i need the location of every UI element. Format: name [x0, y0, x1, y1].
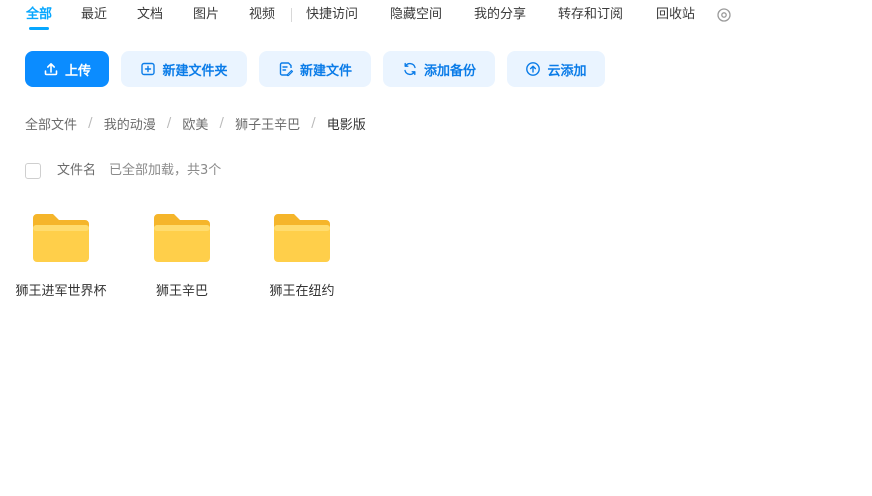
- new-file-label: 新建文件: [299, 63, 352, 79]
- tab-hidden-space[interactable]: 隐藏空间: [390, 5, 442, 25]
- new-folder-button[interactable]: 新建文件夹: [121, 51, 247, 87]
- active-tab-indicator: [29, 27, 49, 30]
- file-grid: 狮王进军世界杯 狮王辛巴 狮王在纽约: [0, 200, 872, 340]
- cloud-add-label: 云添加: [547, 63, 587, 79]
- category-tabs: 全部 最近 文档 图片 视频 快捷访问 隐藏空间 我的分享 转存和订阅 回收站: [0, 0, 872, 36]
- folder-item[interactable]: 狮王进军世界杯: [1, 200, 121, 330]
- folder-item[interactable]: 狮王辛巴: [122, 200, 242, 330]
- breadcrumb-all-files[interactable]: 全部文件: [25, 114, 77, 133]
- folder-name: 狮王辛巴: [155, 284, 208, 299]
- tab-videos[interactable]: 视频: [249, 5, 275, 25]
- load-status-text: 已全部加载，共3个: [109, 163, 222, 178]
- folder-name: 狮王进军世界杯: [15, 284, 107, 299]
- tab-images[interactable]: 图片: [193, 5, 219, 25]
- file-edit-icon: [279, 62, 294, 77]
- upload-label: 上传: [64, 63, 91, 79]
- sync-icon: [404, 62, 416, 76]
- action-toolbar: 上传 新建文件夹 新建文件 添加备份 云添加: [0, 51, 872, 87]
- cloud-upload-icon: [526, 62, 541, 76]
- add-backup-button[interactable]: 添加备份: [383, 51, 495, 87]
- folder-name: 狮王在纽约: [269, 284, 335, 299]
- tab-transfer-subscribe[interactable]: 转存和订阅: [558, 5, 623, 25]
- breadcrumb-movie-version: 电影版: [326, 118, 366, 133]
- folder-item[interactable]: 狮王在纽约: [242, 200, 362, 330]
- tab-recent[interactable]: 最近: [81, 5, 107, 25]
- breadcrumb-lion-king-simba[interactable]: 狮子王辛巴: [235, 114, 300, 133]
- column-file-name[interactable]: 文件名: [57, 162, 96, 180]
- breadcrumb-my-anime[interactable]: 我的动漫: [104, 114, 156, 133]
- tab-recycle-bin[interactable]: 回收站: [656, 5, 695, 25]
- new-folder-label: 新建文件夹: [162, 63, 228, 79]
- upload-button[interactable]: 上传: [25, 51, 109, 87]
- folder-icon: [274, 214, 330, 262]
- breadcrumb-separator: /: [219, 116, 224, 131]
- cloud-add-button[interactable]: 云添加: [507, 51, 605, 87]
- tab-divider: [291, 8, 292, 22]
- breadcrumb-western[interactable]: 欧美: [182, 114, 208, 133]
- breadcrumb: 全部文件 / 我的动漫 / 欧美 / 狮子王辛巴 / 电影版: [25, 114, 366, 133]
- add-backup-label: 添加备份: [423, 63, 476, 79]
- breadcrumb-separator: /: [88, 116, 93, 131]
- new-file-button[interactable]: 新建文件: [259, 51, 371, 87]
- more-circle-icon[interactable]: [716, 7, 732, 23]
- upload-icon: [44, 63, 58, 76]
- tab-my-shares[interactable]: 我的分享: [474, 5, 526, 25]
- file-list-header: 文件名 已全部加载，共3个: [25, 162, 425, 182]
- folder-plus-icon: [141, 62, 156, 76]
- breadcrumb-separator: /: [311, 116, 316, 131]
- tab-all[interactable]: 全部: [26, 5, 52, 25]
- breadcrumb-separator: /: [166, 116, 172, 131]
- select-all-checkbox[interactable]: [25, 163, 41, 179]
- folder-icon: [33, 214, 89, 262]
- folder-icon: [154, 214, 210, 262]
- tab-quick-access[interactable]: 快捷访问: [306, 5, 358, 25]
- tab-documents[interactable]: 文档: [137, 5, 163, 25]
